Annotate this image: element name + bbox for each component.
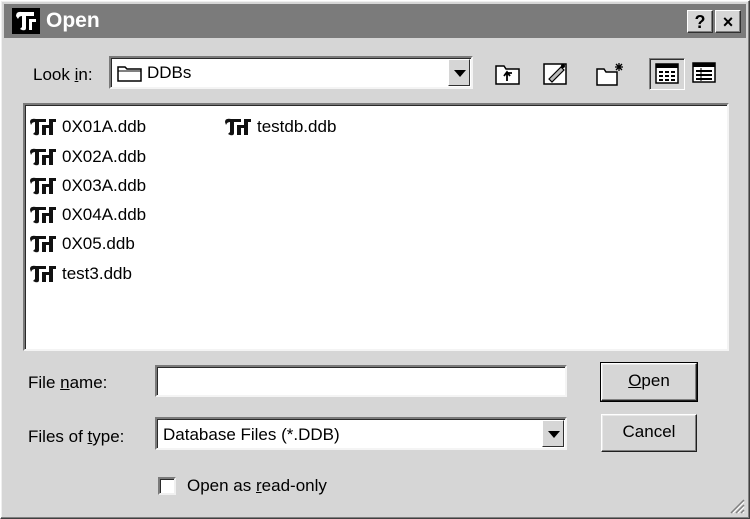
- new-folder-icon: [596, 63, 623, 86]
- file-type-label: Files of type:: [28, 427, 125, 446]
- new-folder-button[interactable]: [591, 58, 627, 90]
- cancel-button[interactable]: Cancel: [601, 414, 697, 452]
- folder-icon: [117, 66, 142, 82]
- list-item[interactable]: 0X04A.ddb: [28, 201, 146, 229]
- look-in-combo[interactable]: DDBs: [109, 56, 473, 89]
- file-name-input[interactable]: [155, 365, 567, 397]
- list-item[interactable]: 0X05.ddb: [28, 230, 135, 258]
- open-button[interactable]: Open: [600, 362, 698, 402]
- file-type-select[interactable]: Database Files (*.DDB): [155, 417, 567, 450]
- chevron-down-icon: [454, 70, 466, 77]
- chevron-down-icon: [548, 431, 560, 438]
- database-file-icon: [30, 235, 56, 253]
- list-view-button[interactable]: [649, 58, 685, 90]
- details-view-button[interactable]: [687, 58, 723, 90]
- database-file-icon: [30, 177, 56, 195]
- up-one-level-icon: [495, 65, 520, 85]
- help-button[interactable]: ?: [687, 10, 713, 33]
- list-item[interactable]: 0X03A.ddb: [28, 172, 146, 200]
- file-list[interactable]: 0X01A.ddb 0X02A.ddb 0X03A.ddb 0X04A.ddb …: [23, 103, 729, 351]
- database-file-icon: [225, 118, 251, 136]
- list-item[interactable]: 0X02A.ddb: [28, 143, 146, 171]
- close-button[interactable]: ×: [715, 10, 741, 33]
- look-in-value: DDBs: [147, 63, 192, 82]
- up-one-level-button[interactable]: [490, 58, 526, 90]
- database-file-icon: [30, 148, 56, 166]
- resize-grip-icon[interactable]: [729, 498, 745, 514]
- list-item[interactable]: testdb.ddb: [223, 113, 336, 141]
- look-in-label: Look in:: [33, 65, 93, 84]
- read-only-label: Open as read-only: [187, 476, 327, 495]
- read-only-checkbox[interactable]: [158, 477, 176, 495]
- app-logo-icon: [12, 8, 40, 34]
- list-item[interactable]: 0X01A.ddb: [28, 113, 146, 141]
- desktop-icon: [543, 63, 567, 85]
- database-file-icon: [30, 118, 56, 136]
- database-file-icon: [30, 265, 56, 283]
- desktop-button[interactable]: [538, 58, 574, 90]
- look-in-dropdown-button[interactable]: [448, 59, 470, 86]
- title-bar[interactable]: Open ? ×: [4, 4, 746, 38]
- file-type-dropdown-button[interactable]: [542, 420, 564, 447]
- list-view-icon: [655, 63, 679, 84]
- database-file-icon: [30, 206, 56, 224]
- details-view-icon: [692, 62, 716, 83]
- file-type-value: Database Files (*.DDB): [163, 425, 340, 444]
- open-dialog: Open ? × Look in: DDBs 0X01A.ddb 0X02A.d…: [0, 0, 750, 519]
- list-item[interactable]: test3.ddb: [28, 260, 132, 288]
- file-name-label: File name:: [28, 373, 108, 392]
- window-title: Open: [46, 9, 100, 32]
